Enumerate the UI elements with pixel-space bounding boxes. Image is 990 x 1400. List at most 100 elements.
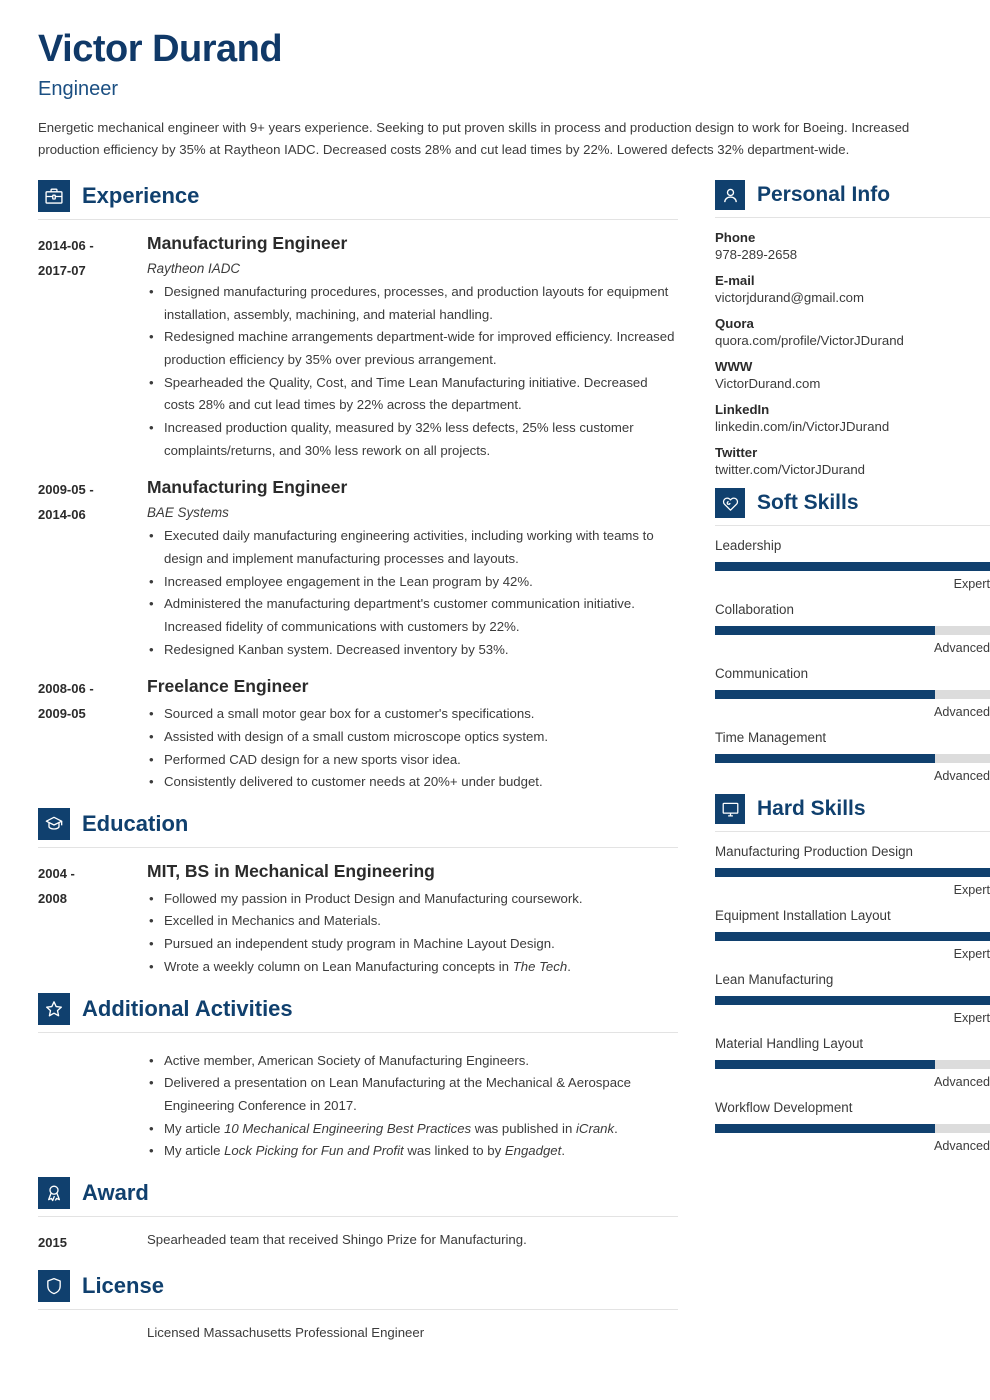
skill-bar-fill xyxy=(715,562,990,572)
skill-name: Leadership xyxy=(715,538,782,554)
skill-item: Material Handling Layout Advanced xyxy=(715,1036,990,1089)
divider xyxy=(38,219,678,221)
pi-value-email[interactable]: victorjdurand@gmail.com xyxy=(715,290,990,305)
skill-bar-fill xyxy=(715,868,990,878)
medal-ribbon-icon xyxy=(38,1177,70,1210)
skill-bar-track xyxy=(715,1060,990,1070)
personal-info-item: E-mail victorjdurand@gmail.com xyxy=(715,273,990,305)
pi-value-phone: 978-289-2658 xyxy=(715,247,798,263)
right-column: Personal Info Phone 978-289-2658 E-mail … xyxy=(715,180,990,1164)
skill-bar-fill xyxy=(715,754,935,764)
bullet-item: Redesigned machine arrangements departme… xyxy=(147,326,678,371)
date-start: 2014-06 - xyxy=(38,238,94,254)
section-additional-activities: Additional Activities Active member, Ame… xyxy=(38,992,678,1164)
skill-bar-fill xyxy=(715,996,990,1006)
license-entry: Licensed Massachusetts Professional Engi… xyxy=(38,1322,678,1345)
pi-value-twitter[interactable]: twitter.com/VictorJDurand xyxy=(715,462,990,477)
skill-level: Advanced xyxy=(933,769,990,784)
bullet-item: Assisted with design of a small custom m… xyxy=(147,726,678,749)
entry-bullets: Sourced a small motor gear box for a cus… xyxy=(147,703,678,794)
skill-name: Time Management xyxy=(715,730,827,746)
star-icon xyxy=(38,992,70,1025)
bullet-item: Pursued an independent study program in … xyxy=(147,933,678,956)
bullet-item: Sourced a small motor gear box for a cus… xyxy=(147,703,678,726)
skill-bar-fill xyxy=(715,1060,935,1070)
date-start: 2004 - xyxy=(38,866,75,881)
entry-company: BAE Systems xyxy=(147,505,229,521)
skill-bar-fill xyxy=(715,626,935,636)
pi-value-quora[interactable]: quora.com/profile/VictorJDurand xyxy=(715,333,990,348)
skill-bar-track xyxy=(715,932,990,942)
bullet-item: My article Lock Picking for Fun and Prof… xyxy=(147,1140,678,1163)
candidate-job-title: Engineer xyxy=(38,77,119,100)
skill-bar-track xyxy=(715,690,990,700)
skill-name: Manufacturing Production Design xyxy=(715,844,913,860)
section-education: Education 2004 - 2008 MIT, BS in Mechani… xyxy=(38,808,678,979)
personal-info-item: Quora quora.com/profile/VictorJDurand xyxy=(715,316,990,348)
experience-heading: Experience xyxy=(38,180,678,219)
entry-job-title: Freelance Engineer xyxy=(147,676,309,697)
section-award: Award 2015 Spearheaded team that receive… xyxy=(38,1177,678,1256)
award-title: Award xyxy=(82,1180,149,1206)
briefcase-icon xyxy=(38,180,70,213)
pi-label-twitter: Twitter xyxy=(715,445,758,461)
divider xyxy=(715,525,990,527)
skill-level: Expert xyxy=(953,1011,990,1026)
pi-value-linkedin[interactable]: linkedin.com/in/VictorJDurand xyxy=(715,419,990,434)
bullet-item: Administered the manufacturing departmen… xyxy=(147,593,678,638)
person-icon xyxy=(715,180,745,211)
entry-job-title: Manufacturing Engineer xyxy=(147,477,348,498)
date-end: 2017-07 xyxy=(38,263,86,279)
education-entry: 2004 - 2008 MIT, BS in Mechanical Engine… xyxy=(38,860,678,979)
entry-bullets: Executed daily manufacturing engineering… xyxy=(147,525,678,661)
date-end: 2008 xyxy=(38,890,67,906)
license-text: Licensed Massachusetts Professional Engi… xyxy=(147,1325,425,1341)
personal-info-heading: Personal Info xyxy=(715,180,990,217)
entry-date-spacer xyxy=(38,1045,147,1164)
entry-body: Active member, American Society of Manuf… xyxy=(147,1045,678,1164)
bullet-item: Performed CAD design for a new sports vi… xyxy=(147,749,678,772)
skill-item: Leadership Expert xyxy=(715,538,990,591)
education-title: Education xyxy=(82,811,189,836)
skill-level: Advanced xyxy=(933,705,990,720)
skill-bar-fill xyxy=(715,932,990,942)
skill-bar-fill xyxy=(715,1124,935,1134)
bullet-item: Wrote a weekly column on Lean Manufactur… xyxy=(147,956,678,979)
bullet-item: Executed daily manufacturing engineering… xyxy=(147,525,678,570)
skill-level: Advanced xyxy=(933,641,990,656)
heart-icon xyxy=(715,488,745,519)
section-soft-skills: Soft Skills Leadership Expert Collaborat… xyxy=(715,488,990,783)
skill-item: Communication Advanced xyxy=(715,666,990,719)
pi-label-linkedin: LinkedIn xyxy=(715,402,770,418)
resume-page: Victor Durand Engineer Energetic mechani… xyxy=(0,0,990,1359)
section-license: License Licensed Massachusetts Professio… xyxy=(38,1270,678,1345)
bullet-item: Increased production quality, measured b… xyxy=(147,417,678,462)
experience-title: Experience xyxy=(82,183,200,209)
skill-item: Manufacturing Production Design Expert xyxy=(715,844,990,897)
skill-name: Equipment Installation Layout xyxy=(715,908,891,924)
experience-entry: 2014-06 - 2017-07 Manufacturing Engineer… xyxy=(38,232,678,462)
section-experience: Experience 2014-06 - 2017-07 Manufacturi… xyxy=(38,180,678,794)
skill-item: Workflow Development Advanced xyxy=(715,1100,990,1153)
soft-skills-title: Soft Skills xyxy=(757,491,859,515)
entry-bullets: Followed my passion in Product Design an… xyxy=(147,888,678,979)
bullet-item: Followed my passion in Product Design an… xyxy=(147,888,678,911)
section-personal-info: Personal Info Phone 978-289-2658 E-mail … xyxy=(715,180,990,477)
date-end: 2014-06 xyxy=(38,507,86,523)
pi-value-www[interactable]: VictorDurand.com xyxy=(715,376,990,391)
entry-body: Manufacturing Engineer BAE Systems Execu… xyxy=(147,476,678,661)
section-hard-skills: Hard Skills Manufacturing Production Des… xyxy=(715,794,990,1153)
personal-info-item: Twitter twitter.com/VictorJDurand xyxy=(715,445,990,477)
soft-skills-heading: Soft Skills xyxy=(715,488,990,525)
skill-item: Lean Manufacturing Expert xyxy=(715,972,990,1025)
personal-info-item: WWW VictorDurand.com xyxy=(715,359,990,391)
skill-bar-fill xyxy=(715,690,935,700)
skill-level: Advanced xyxy=(933,1075,990,1090)
activities-bullets: Active member, American Society of Manuf… xyxy=(147,1050,678,1164)
entry-body: Manufacturing Engineer Raytheon IADC Des… xyxy=(147,232,678,462)
skill-item: Equipment Installation Layout Expert xyxy=(715,908,990,961)
entry-date: 2009-05 - 2014-06 xyxy=(38,476,147,661)
bullet-item: Active member, American Society of Manuf… xyxy=(147,1050,678,1073)
personal-info-title: Personal Info xyxy=(757,183,891,207)
award-heading: Award xyxy=(38,1177,678,1216)
